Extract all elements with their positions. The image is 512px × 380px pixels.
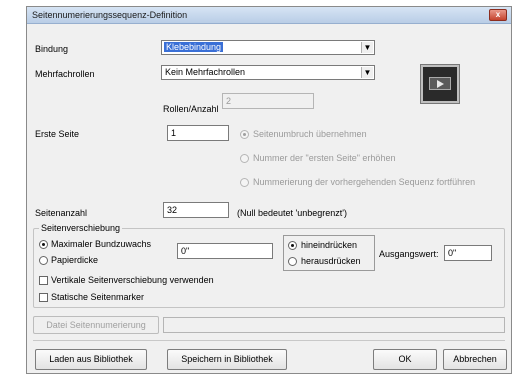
ok-button[interactable]: OK: [373, 349, 437, 370]
start-value-label: Ausgangswert:: [379, 249, 439, 259]
vertical-shift-checkbox[interactable]: [39, 276, 48, 285]
paper-thickness-radio[interactable]: [39, 256, 48, 265]
dialog-title: Seitennumerierungssequenz-Definition: [32, 10, 188, 20]
chevron-down-icon[interactable]: ▼: [361, 42, 373, 53]
press-in-radio[interactable]: [288, 241, 297, 250]
shift-value-input[interactable]: 0": [177, 243, 273, 259]
paper-thickness-label: Papierdicke: [51, 255, 99, 265]
binding-value: Klebebindung: [164, 42, 224, 52]
static-markers-checkbox[interactable]: [39, 293, 48, 302]
file-numbering-input[interactable]: [163, 317, 505, 333]
first-page-option-3-radio[interactable]: [240, 178, 249, 187]
chevron-down-icon[interactable]: ▼: [361, 67, 373, 78]
page-count-label: Seitenanzahl: [35, 208, 88, 218]
page-count-hint: (Null bedeutet 'unbegrenzt'): [237, 208, 348, 218]
max-creep-label: Maximaler Bundzuwachs: [51, 239, 152, 249]
max-creep-radio[interactable]: [39, 240, 48, 249]
start-value-input[interactable]: 0": [444, 245, 492, 261]
title-bar: Seitennumerierungssequenz-Definition x: [27, 7, 511, 24]
page-shift-legend: Seitenverschiebung: [39, 223, 123, 233]
multi-rolls-value: Kein Mehrfachrollen: [165, 67, 246, 77]
press-out-label: herausdrücken: [301, 256, 361, 266]
static-markers-label: Statische Seitenmarker: [51, 292, 145, 302]
first-page-option-3-label: Nummerierung der vorhergehenden Sequenz …: [253, 177, 476, 187]
multi-rolls-select[interactable]: Kein Mehrfachrollen ▼: [161, 65, 375, 80]
vertical-shift-label: Vertikale Seitenverschiebung verwenden: [51, 275, 214, 285]
binding-label: Bindung: [35, 44, 69, 54]
first-page-option-2-label: Nummer der "ersten Seite" erhöhen: [253, 153, 396, 163]
first-page-option-1-label: Seitenumbruch übernehmen: [253, 129, 367, 139]
page-numbering-dialog: Seitennumerierungssequenz-Definition x B…: [26, 6, 512, 374]
press-out-radio[interactable]: [288, 257, 297, 266]
first-page-input[interactable]: 1: [167, 125, 229, 141]
first-page-option-1-radio[interactable]: [240, 130, 249, 139]
cancel-button[interactable]: Abbrechen: [443, 349, 507, 370]
file-numbering-button[interactable]: Datei Seitennumerierung: [33, 316, 159, 334]
save-to-library-button[interactable]: Speichern in Bibliothek: [167, 349, 287, 370]
divider: [33, 340, 505, 341]
preview-icon: [420, 64, 460, 104]
press-in-label: hineindrücken: [301, 240, 358, 250]
rolls-per-label: Rollen/Anzahl: [163, 104, 219, 114]
multi-rolls-label: Mehrfachrollen: [35, 69, 95, 79]
first-page-option-2-radio[interactable]: [240, 154, 249, 163]
load-from-library-button[interactable]: Laden aus Bibliothek: [35, 349, 147, 370]
close-button[interactable]: x: [489, 9, 507, 21]
rolls-per-input[interactable]: 2: [222, 93, 314, 109]
page-count-input[interactable]: 32: [163, 202, 229, 218]
binding-select[interactable]: Klebebindung ▼: [161, 40, 375, 55]
first-page-label: Erste Seite: [35, 129, 80, 139]
